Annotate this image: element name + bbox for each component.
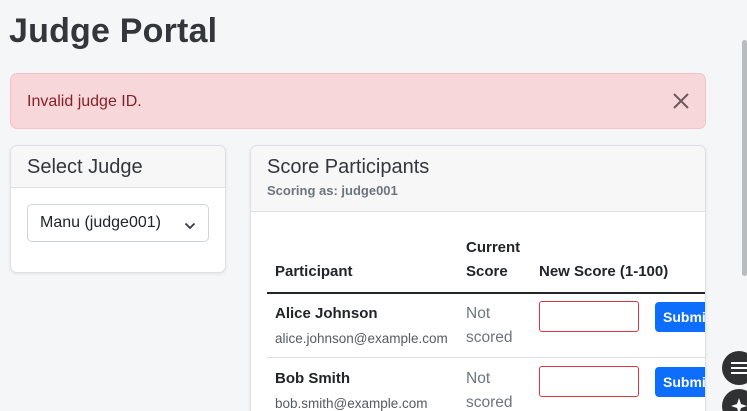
score-participants-title: Score Participants [267, 156, 430, 178]
chevron-down-icon [184, 218, 196, 236]
select-judge-header: Select Judge [11, 146, 225, 188]
column-header-current-score-line2: Score [466, 263, 508, 280]
participant-email: alice.johnson@example.com [275, 331, 448, 346]
quote-icon[interactable] [722, 351, 747, 385]
row-divider [267, 357, 705, 358]
submit-score-button[interactable]: Submit [655, 367, 705, 397]
participant-email: bob.smith@example.com [275, 396, 428, 411]
judge-select-value: Manu (judge001) [40, 214, 161, 231]
participant-name: Bob Smith [275, 370, 350, 387]
select-judge-title: Select Judge [27, 156, 143, 178]
participant-name: Alice Johnson [275, 305, 378, 322]
current-score-line2: scored [466, 394, 513, 411]
current-score-line2: scored [466, 329, 513, 346]
column-header-participant: Participant [275, 263, 353, 280]
current-score-line1: Not [466, 305, 491, 322]
new-score-input[interactable] [539, 366, 639, 397]
current-score-line1: Not [466, 370, 491, 387]
sparkle-icon[interactable] [722, 389, 747, 411]
judge-select[interactable]: Manu (judge001) [27, 204, 209, 242]
table-header-divider [267, 292, 705, 294]
new-score-input[interactable] [539, 301, 639, 332]
scoring-as-subtitle: Scoring as: judge001 [267, 183, 398, 198]
error-alert: Invalid judge ID. [10, 73, 706, 129]
column-header-new-score: New Score (1-100) [539, 263, 669, 280]
score-participants-card: Score Participants Scoring as: judge001 … [250, 145, 706, 411]
select-judge-card: Select Judge Manu (judge001) [10, 145, 226, 273]
close-icon[interactable] [671, 91, 691, 111]
submit-score-button[interactable]: Submit [655, 302, 705, 332]
column-header-current-score-line1: Current [466, 239, 521, 256]
alert-message: Invalid judge ID. [27, 93, 142, 110]
scrollbar[interactable] [742, 40, 747, 276]
page-title: Judge Portal [9, 12, 218, 50]
score-participants-header: Score Participants Scoring as: judge001 [251, 146, 705, 212]
